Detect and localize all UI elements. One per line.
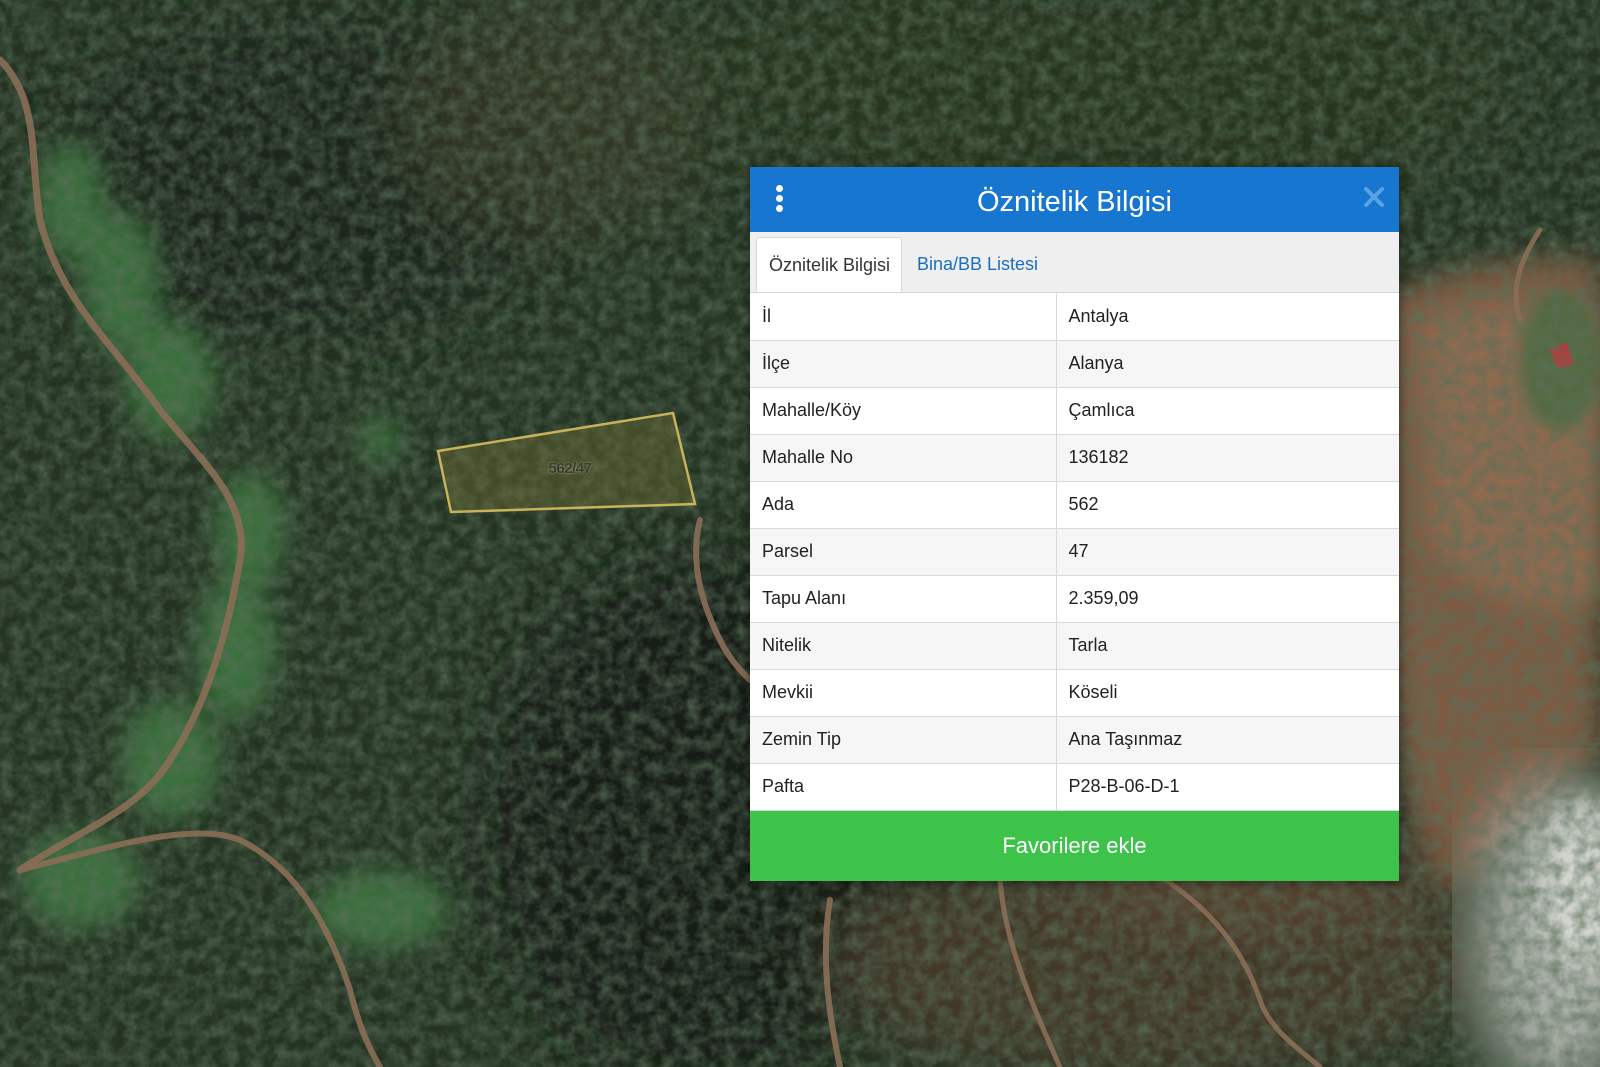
attribute-value: P28-B-06-D-1: [1056, 763, 1399, 811]
table-row: Ada 562: [750, 481, 1399, 529]
attribute-key: İlçe: [750, 340, 1057, 388]
attribute-value: Alanya: [1056, 340, 1399, 388]
tab-building-list[interactable]: Bina/BB Listesi: [905, 237, 1050, 292]
attribute-key: Parsel: [750, 528, 1057, 576]
tab-attribute-info[interactable]: Öznitelik Bilgisi: [756, 237, 902, 292]
table-row: Mevkii Köseli: [750, 669, 1399, 717]
table-row: Tapu Alanı 2.359,09: [750, 575, 1399, 623]
table-row: Mahalle/Köy Çamlıca: [750, 387, 1399, 435]
attribute-value: Ana Taşınmaz: [1056, 716, 1399, 764]
attribute-key: Mahalle/Köy: [750, 387, 1057, 435]
table-row: Mahalle No 136182: [750, 434, 1399, 482]
attribute-key: İl: [750, 293, 1057, 341]
attribute-key: Mahalle No: [750, 434, 1057, 482]
attribute-value: Çamlıca: [1056, 387, 1399, 435]
attribute-value: Antalya: [1056, 293, 1399, 341]
attribute-key: Nitelik: [750, 622, 1057, 670]
table-row: Nitelik Tarla: [750, 622, 1399, 670]
tab-bar: Öznitelik Bilgisi Bina/BB Listesi: [750, 232, 1399, 293]
attribute-value: 47: [1056, 528, 1399, 576]
table-row: Parsel 47: [750, 528, 1399, 576]
attribute-value: Tarla: [1056, 622, 1399, 670]
attribute-key: Tapu Alanı: [750, 575, 1057, 623]
attribute-key: Mevkii: [750, 669, 1057, 717]
panel-header: Öznitelik Bilgisi: [750, 167, 1399, 232]
attribute-key: Pafta: [750, 763, 1057, 811]
attribute-value: Köseli: [1056, 669, 1399, 717]
attribute-key: Ada: [750, 481, 1057, 529]
close-icon[interactable]: [1363, 186, 1385, 208]
attribute-key: Zemin Tip: [750, 716, 1057, 764]
attribute-info-panel: Öznitelik Bilgisi Öznitelik Bilgisi Bina…: [750, 167, 1399, 881]
attribute-value: 562: [1056, 481, 1399, 529]
table-row: Pafta P28-B-06-D-1: [750, 763, 1399, 811]
parcel-label: 562/47: [548, 460, 592, 477]
attribute-table: İl Antalya İlçe Alanya Mahalle/Köy Çamlı…: [750, 293, 1399, 811]
add-to-favorites-button[interactable]: Favorilere ekle: [750, 810, 1399, 881]
attribute-value: 136182: [1056, 434, 1399, 482]
table-row: İlçe Alanya: [750, 340, 1399, 388]
table-row: Zemin Tip Ana Taşınmaz: [750, 716, 1399, 764]
panel-title: Öznitelik Bilgisi: [977, 186, 1172, 218]
attribute-value: 2.359,09: [1056, 575, 1399, 623]
table-row: İl Antalya: [750, 293, 1399, 341]
